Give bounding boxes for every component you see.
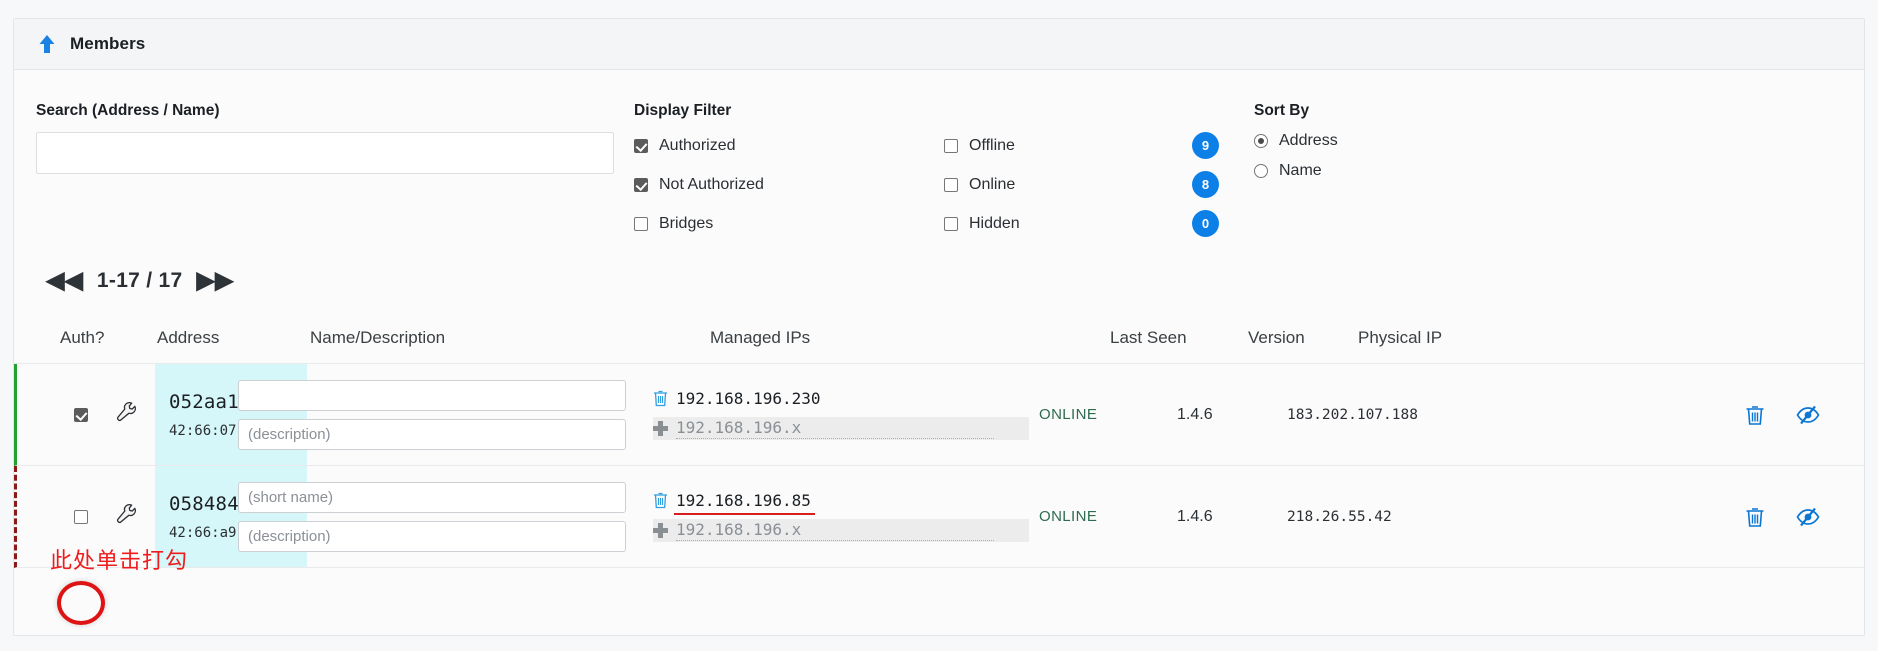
column-header-address: Address [157, 327, 220, 347]
filter-not-authorized[interactable]: Not Authorized [634, 176, 944, 194]
column-header-managed-ips: Managed IPs [710, 327, 811, 347]
column-header-physical-ip: Physical IP [1358, 327, 1443, 347]
description-input-row-2[interactable] [238, 520, 626, 552]
badge-online-count: 8 [1192, 171, 1219, 198]
filter-hidden-label: Hidden [969, 214, 1020, 232]
checkbox-authorized[interactable] [634, 138, 648, 153]
column-header-name: Name/Description [310, 327, 446, 347]
new-ip-row-2[interactable]: 192.168.196.x [653, 519, 1029, 542]
short-name-input-row-1[interactable] [238, 379, 626, 411]
display-filter-column: Display Filter Authorized Offline 9 Not … [634, 102, 1254, 250]
trash-icon[interactable] [653, 492, 668, 509]
auth-checkbox-row-1[interactable] [74, 407, 88, 422]
table-row: 058484c82b 42:66:a9:1f:06:b (short name)… [14, 466, 1864, 568]
delete-member-icon-row-1[interactable] [1744, 404, 1766, 426]
checkbox-offline[interactable] [944, 138, 958, 153]
name-description-cell [237, 364, 639, 465]
badge-offline-count: 9 [1192, 132, 1219, 159]
hide-member-icon-row-2[interactable] [1796, 506, 1820, 528]
assigned-ip-row-1: 192.168.196.230 [653, 389, 821, 408]
managed-ips-cell: 192.168.196.230 192.168.196.x [639, 364, 1039, 465]
next-page-icon[interactable]: ▶▶ [197, 269, 234, 293]
assigned-ip-value-row-2: 192.168.196.85 [674, 491, 815, 515]
search-column: Search (Address / Name) [14, 102, 634, 250]
filter-offline-label: Offline [969, 136, 1015, 154]
checkbox-hidden[interactable] [944, 216, 958, 231]
filters-row: Search (Address / Name) Display Filter A… [14, 70, 1864, 250]
sort-option-name[interactable]: Name [1254, 162, 1654, 180]
arrow-up-icon[interactable] [38, 33, 56, 55]
version-row-1: 1.4.6 [1177, 405, 1213, 423]
table-header-row: Auth? Address Name/Description Managed I… [14, 312, 1864, 364]
annotation-text: 此处单击打勾 [50, 549, 189, 574]
auth-checkbox-row-2[interactable] [74, 509, 88, 524]
new-ip-placeholder-row-1: 192.168.196.x [676, 418, 994, 439]
version-row-2: 1.4.6 [1177, 507, 1213, 525]
physical-ip-row-1: 183.202.107.188 [1287, 406, 1418, 423]
auth-cell [17, 364, 157, 465]
wrench-icon[interactable] [114, 400, 138, 429]
address-cell: 052aa1c852 42:66:07:3a:06:c [155, 364, 307, 465]
row-actions-row-2 [1537, 466, 1864, 567]
sort-by-label: Sort By [1254, 102, 1310, 119]
filter-hidden[interactable]: Hidden [944, 215, 1159, 233]
last-seen-row-1: ONLINE [1039, 406, 1098, 423]
members-table: Auth? Address Name/Description Managed I… [14, 312, 1864, 568]
new-ip-row-1[interactable]: 192.168.196.x [653, 417, 1029, 440]
search-input[interactable] [36, 132, 614, 174]
column-header-auth: Auth? [60, 327, 105, 347]
sort-option-address-label: Address [1279, 132, 1338, 149]
sort-by-column: Sort By Address Name [1254, 102, 1654, 250]
filter-online[interactable]: Online [944, 176, 1159, 194]
annotation-circle [57, 581, 105, 625]
filter-bridges-label: Bridges [659, 214, 714, 232]
short-name-input-row-2[interactable] [238, 481, 626, 513]
panel-body: Search (Address / Name) Display Filter A… [14, 70, 1864, 635]
sort-option-name-label: Name [1279, 162, 1322, 179]
last-seen-row-2: ONLINE [1039, 508, 1098, 525]
checkbox-online[interactable] [944, 177, 958, 192]
sort-option-address[interactable]: Address [1254, 132, 1654, 150]
search-label: Search (Address / Name) [36, 102, 220, 119]
managed-ips-cell: 192.168.196.85 192.168.196.x [639, 466, 1039, 567]
new-ip-placeholder-row-2: 192.168.196.x [676, 520, 994, 541]
assigned-ip-row-2: 192.168.196.85 [653, 491, 815, 515]
pagination: ◀◀ 1-17 / 17 ▶▶ [14, 250, 1864, 312]
plus-icon[interactable] [653, 421, 668, 436]
checkbox-not-authorized[interactable] [634, 177, 648, 192]
filter-bridges[interactable]: Bridges [634, 215, 944, 233]
hide-member-icon-row-1[interactable] [1796, 404, 1820, 426]
column-header-version: Version [1248, 327, 1305, 347]
filter-online-label: Online [969, 175, 1016, 193]
table-row: 052aa1c852 42:66:07:3a:06:c (description… [14, 364, 1864, 466]
physical-ip-row-2: 218.26.55.42 [1287, 508, 1392, 525]
page-title: Members [70, 34, 146, 53]
wrench-icon[interactable] [114, 502, 138, 531]
radio-name[interactable] [1254, 164, 1268, 178]
filter-offline[interactable]: Offline [944, 137, 1159, 155]
row-actions-row-1 [1537, 364, 1864, 465]
plus-icon[interactable] [653, 523, 668, 538]
panel-header[interactable]: Members [14, 19, 1864, 70]
prev-page-icon[interactable]: ◀◀ [46, 269, 83, 293]
display-filter-grid: Authorized Offline 9 Not Authorized Onli… [634, 132, 1254, 237]
page-root: { "panel": { "title": "Members", "collap… [0, 0, 1878, 651]
delete-member-icon-row-2[interactable] [1744, 506, 1766, 528]
members-panel: Members Search (Address / Name) Display … [13, 18, 1865, 636]
pagination-range: 1-17 / 17 [96, 269, 183, 292]
trash-icon[interactable] [653, 390, 668, 407]
checkbox-bridges[interactable] [634, 216, 648, 231]
filter-authorized-label: Authorized [659, 136, 736, 154]
description-input-row-1[interactable] [238, 418, 626, 450]
radio-address[interactable] [1254, 134, 1268, 148]
filter-authorized[interactable]: Authorized [634, 137, 944, 155]
name-description-cell [237, 466, 639, 567]
filter-not-authorized-label: Not Authorized [659, 175, 764, 193]
assigned-ip-value-row-1: 192.168.196.230 [676, 389, 821, 408]
badge-hidden-count: 0 [1192, 210, 1219, 237]
column-header-last-seen: Last Seen [1110, 327, 1187, 347]
display-filter-label: Display Filter [634, 102, 732, 119]
